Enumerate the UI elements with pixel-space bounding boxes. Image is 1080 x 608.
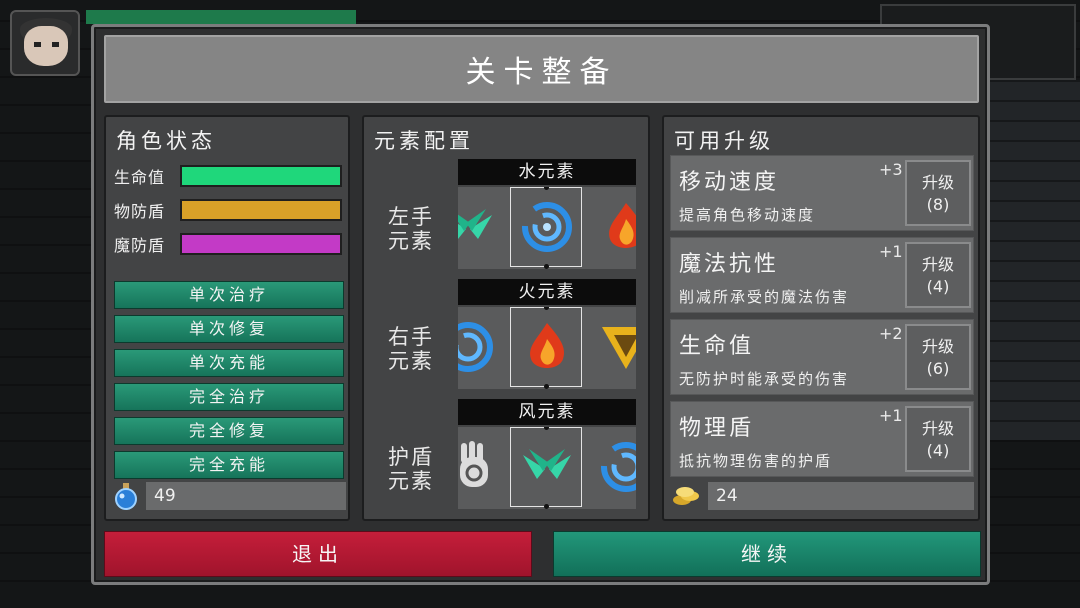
coin-counter: 24 <box>672 481 974 511</box>
upgrade-button[interactable]: 升级 (8) <box>905 160 971 226</box>
physical-shield-bar <box>180 199 342 221</box>
potion-icon <box>115 483 137 510</box>
upgrade-hp: 生命值 +2 无防护时能承受的伤害 升级 (6) <box>670 319 974 395</box>
elements-title: 元素配置 <box>374 129 474 153</box>
upgrade-button-label: 升级 <box>921 337 954 356</box>
status-title: 角色状态 <box>116 129 216 153</box>
upgrade-cost: (4) <box>926 277 950 296</box>
upgrade-desc: 无防护时能承受的伤害 <box>679 370 850 388</box>
water-element-icon[interactable] <box>458 319 496 375</box>
fire-element-icon[interactable] <box>519 319 575 375</box>
palm-element-icon[interactable] <box>458 439 502 495</box>
slot-label: 左手元素 <box>388 205 434 253</box>
hp-bar <box>180 165 342 187</box>
water-element-icon[interactable] <box>519 199 575 255</box>
upgrade-level: +1 <box>879 406 903 425</box>
element-config-panel: 元素配置 左手元素 水元素 右手元素 火元素 护盾元素 风元素 <box>362 115 650 521</box>
upgrade-name: 魔法抗性 <box>679 252 780 277</box>
upgrade-button[interactable]: 升级 (6) <box>905 324 971 390</box>
fire-element-icon[interactable] <box>598 199 636 255</box>
stat-row-magic-shield: 魔防盾 <box>114 233 342 255</box>
upgrade-button[interactable]: 升级 (4) <box>905 242 971 308</box>
stat-row-physical-shield: 物防盾 <box>114 199 342 221</box>
upgrade-magic-resist: 魔法抗性 +1 削减所承受的魔法伤害 升级 (4) <box>670 237 974 313</box>
upgrade-level: +2 <box>879 324 903 343</box>
potion-count: 49 <box>146 482 346 510</box>
magic-shield-bar <box>180 233 342 255</box>
upgrade-desc: 抵抗物理伤害的护盾 <box>679 452 833 470</box>
dialog-title-bar: 关卡整备 <box>104 35 979 103</box>
upgrade-level: +1 <box>879 242 903 261</box>
earth-element-icon[interactable] <box>598 319 636 375</box>
coin-count: 24 <box>708 482 974 510</box>
upgrade-button-label: 升级 <box>921 255 954 274</box>
upgrade-cost: (4) <box>926 441 950 460</box>
potion-counter: 49 <box>114 481 346 511</box>
element-carousel[interactable] <box>458 187 636 269</box>
level-prep-dialog: 关卡整备 角色状态 生命值 物防盾 魔防盾 单次治疗 单次修复 单次充能 完全治… <box>91 24 990 585</box>
stat-row-hp: 生命值 <box>114 165 342 187</box>
right-hand-slot: 右手元素 火元素 <box>372 279 644 389</box>
upgrade-button[interactable]: 升级 (4) <box>905 406 971 472</box>
upgrade-cost: (6) <box>926 359 950 378</box>
upgrades-title: 可用升级 <box>674 129 774 153</box>
shield-slot: 护盾元素 风元素 <box>372 399 644 509</box>
full-repair-button[interactable]: 完全修复 <box>114 417 344 445</box>
stat-label: 魔防盾 <box>114 236 166 255</box>
stat-label: 物防盾 <box>114 202 166 221</box>
single-heal-button[interactable]: 单次治疗 <box>114 281 344 309</box>
upgrade-desc: 提高角色移动速度 <box>679 206 816 224</box>
upgrade-name: 物理盾 <box>679 416 755 441</box>
upgrade-button-label: 升级 <box>921 173 954 192</box>
element-carousel[interactable] <box>458 307 636 389</box>
slot-label: 右手元素 <box>388 325 434 373</box>
slot-label: 护盾元素 <box>388 445 434 493</box>
left-hand-slot: 左手元素 水元素 <box>372 159 644 269</box>
exit-button[interactable]: 退出 <box>104 531 532 577</box>
water-element-icon[interactable] <box>598 439 636 495</box>
upgrade-desc: 削减所承受的魔法伤害 <box>679 288 850 306</box>
element-carousel[interactable] <box>458 427 636 509</box>
wind-element-icon[interactable] <box>458 199 496 255</box>
slot-selected-name: 风元素 <box>458 399 636 425</box>
player-avatar <box>10 10 80 76</box>
full-heal-button[interactable]: 完全治疗 <box>114 383 344 411</box>
wind-element-icon[interactable] <box>519 439 575 495</box>
single-repair-button[interactable]: 单次修复 <box>114 315 344 343</box>
upgrade-move-speed: 移动速度 +3 提高角色移动速度 升级 (8) <box>670 155 974 231</box>
upgrade-button-label: 升级 <box>921 419 954 438</box>
single-recharge-button[interactable]: 单次充能 <box>114 349 344 377</box>
slot-selected-name: 水元素 <box>458 159 636 185</box>
coins-icon <box>673 487 699 505</box>
upgrade-name: 移动速度 <box>679 170 780 195</box>
continue-button[interactable]: 继续 <box>553 531 981 577</box>
dialog-title: 关卡整备 <box>465 55 618 90</box>
upgrade-name: 生命值 <box>679 334 755 359</box>
upgrade-level: +3 <box>879 160 903 179</box>
player-health-bar <box>86 10 356 24</box>
upgrade-cost: (8) <box>926 195 950 214</box>
upgrades-panel: 可用升级 移动速度 +3 提高角色移动速度 升级 (8) 魔法抗性 +1 削减所… <box>662 115 980 521</box>
slot-selected-name: 火元素 <box>458 279 636 305</box>
dungeon-wall <box>985 80 1080 440</box>
character-status-panel: 角色状态 生命值 物防盾 魔防盾 单次治疗 单次修复 单次充能 完全治疗 完全修… <box>104 115 350 521</box>
stat-label: 生命值 <box>114 168 166 187</box>
upgrade-physical-shield: 物理盾 +1 抵抗物理伤害的护盾 升级 (4) <box>670 401 974 477</box>
full-recharge-button[interactable]: 完全充能 <box>114 451 344 479</box>
